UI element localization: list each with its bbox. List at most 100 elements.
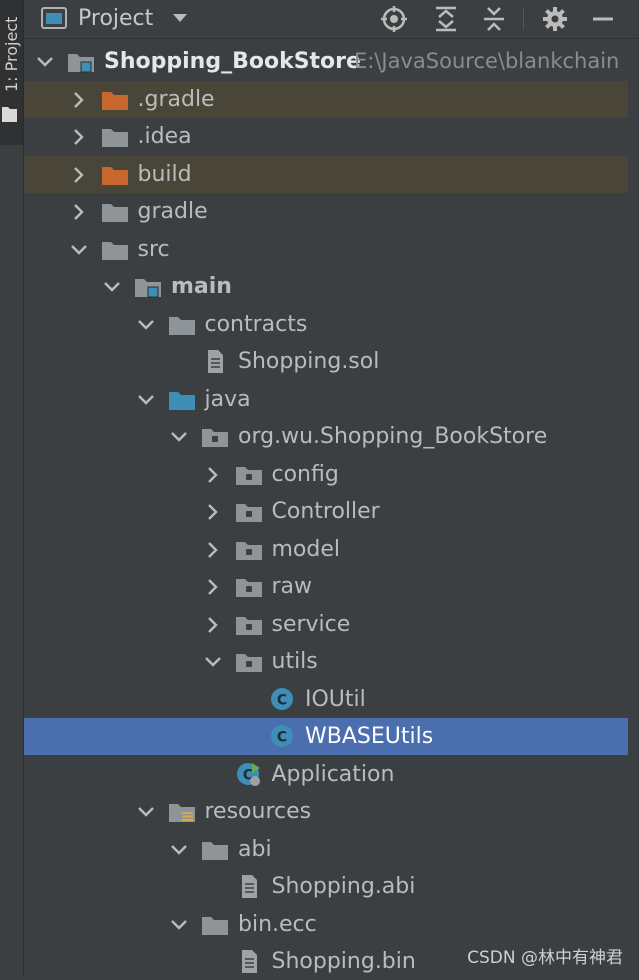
tree-node-label: .gradle <box>137 86 215 112</box>
tree-node-label: WBASEUtils <box>305 724 434 749</box>
toolbar-divider <box>523 8 524 30</box>
tree-node-label: Application <box>271 761 395 787</box>
tree-node-label: resources <box>204 799 312 824</box>
tree-node[interactable]: Shopping_BookStore E:\JavaSource\blankcha… <box>24 43 629 80</box>
tree-scrollbar[interactable] <box>628 43 639 978</box>
tree-node[interactable]: C Application <box>24 756 629 793</box>
tree-node[interactable]: service <box>24 606 629 643</box>
chevron-down-icon[interactable] <box>170 916 188 934</box>
chevron-down-icon[interactable] <box>137 803 155 821</box>
tree-node[interactable]: abi <box>24 831 629 868</box>
tree-node-label: utils <box>271 649 318 674</box>
tree-node-label: Shopping.bin <box>271 949 416 974</box>
tree-node[interactable]: .idea <box>24 118 629 155</box>
excluded-folder-icon <box>101 166 128 185</box>
tree-node[interactable]: Controller <box>24 493 629 530</box>
folder-icon <box>168 316 195 335</box>
tree-node[interactable]: Shopping.sol <box>24 343 629 380</box>
minimize-icon[interactable] <box>590 6 616 32</box>
svg-text:C: C <box>277 692 287 708</box>
tree-node[interactable]: Shopping.abi <box>24 868 629 905</box>
folder-icon <box>101 129 128 147</box>
tree-node-label: abi <box>238 836 272 862</box>
chevron-right-icon[interactable] <box>70 128 88 146</box>
file-icon <box>241 950 257 973</box>
tree-node-label: bin.ecc <box>238 911 317 937</box>
project-tool-tab-label: 1: Project <box>2 16 21 92</box>
chevron-down-icon[interactable] <box>103 278 121 296</box>
source-folder-icon <box>168 391 195 410</box>
folder-icon <box>101 241 128 260</box>
gear-icon[interactable] <box>542 6 568 32</box>
tree-node[interactable]: org.wu.Shopping_BookStore <box>24 418 629 455</box>
resources-folder-icon <box>168 804 195 822</box>
tree-node[interactable]: C IOUtil <box>24 681 629 718</box>
tree-node[interactable]: utils <box>24 643 629 680</box>
tree-node[interactable]: model <box>24 531 629 568</box>
chevron-right-icon[interactable] <box>204 466 222 484</box>
tree-node-label: Shopping.abi <box>271 874 416 899</box>
tree-node-label: main <box>171 274 232 299</box>
tree-node-label: contracts <box>204 311 308 337</box>
package-icon <box>235 654 262 672</box>
tree-node-label: model <box>271 536 341 562</box>
tree-node[interactable]: contracts <box>24 306 629 343</box>
locate-icon[interactable] <box>381 6 407 32</box>
chevron-down-icon[interactable] <box>36 53 54 71</box>
package-icon <box>235 504 262 522</box>
folder-icon <box>2 107 17 122</box>
excluded-folder-icon <box>101 91 128 110</box>
project-view-icon <box>41 7 67 29</box>
chevron-down-icon[interactable] <box>137 391 155 409</box>
chevron-right-icon[interactable] <box>70 203 88 221</box>
chevron-down-icon[interactable] <box>70 241 88 259</box>
view-title[interactable]: Project <box>78 6 153 31</box>
folder-icon <box>202 841 228 860</box>
file-icon <box>208 350 223 373</box>
chevron-right-icon[interactable] <box>204 503 222 521</box>
watermark: CSDN @林中有神君 <box>467 948 623 968</box>
tree-node-label: raw <box>271 574 313 599</box>
tree-node-label: config <box>271 461 339 487</box>
chevron-down-icon[interactable] <box>137 316 155 334</box>
tree-node[interactable]: build <box>24 155 629 193</box>
tree-node-label: java <box>204 386 251 412</box>
collapse-all-icon[interactable] <box>481 6 507 32</box>
chevron-right-icon[interactable] <box>204 578 222 596</box>
folder-icon <box>202 916 228 935</box>
tree-node[interactable]: src <box>24 231 629 268</box>
module-folder-icon <box>135 279 161 298</box>
tree-node-label: Shopping_BookStore <box>104 49 361 74</box>
svg-text:C: C <box>277 730 287 746</box>
tree-node[interactable]: bin.ecc <box>24 906 629 943</box>
tree-node[interactable]: config <box>24 456 629 493</box>
chevron-down-icon[interactable] <box>170 428 188 446</box>
chevron-right-icon[interactable] <box>70 166 88 184</box>
tree-node[interactable]: resources <box>24 793 629 830</box>
chevron-down-icon[interactable] <box>172 11 188 25</box>
class-icon: C <box>271 725 293 747</box>
expand-all-icon[interactable] <box>433 6 459 32</box>
project-tool-tab[interactable]: 1: Project <box>0 0 23 145</box>
tree-node-label: gradle <box>137 199 208 224</box>
tree-node[interactable]: C WBASEUtils <box>24 718 629 755</box>
tree-node-label: src <box>137 236 170 262</box>
chevron-down-icon[interactable] <box>204 653 222 671</box>
folder-icon <box>101 204 128 222</box>
tree-node[interactable]: gradle <box>24 193 629 230</box>
module-folder-icon <box>68 54 94 73</box>
file-icon <box>241 875 257 898</box>
tree-node[interactable]: raw <box>24 568 629 605</box>
tree-node[interactable]: main <box>24 268 629 305</box>
chevron-down-icon[interactable] <box>170 841 188 859</box>
chevron-right-icon[interactable] <box>204 616 222 634</box>
tree-node-label: .idea <box>137 124 192 149</box>
chevron-right-icon[interactable] <box>204 541 222 559</box>
tool-window-strip: 1: Project <box>0 0 24 976</box>
tree-node[interactable]: .gradle <box>24 80 629 118</box>
package-icon <box>235 466 262 485</box>
tree-node-label: org.wu.Shopping_BookStore <box>238 424 548 449</box>
chevron-right-icon[interactable] <box>70 91 88 109</box>
spring-boot-app-icon: C <box>236 762 260 786</box>
tree-node[interactable]: java <box>24 381 629 418</box>
